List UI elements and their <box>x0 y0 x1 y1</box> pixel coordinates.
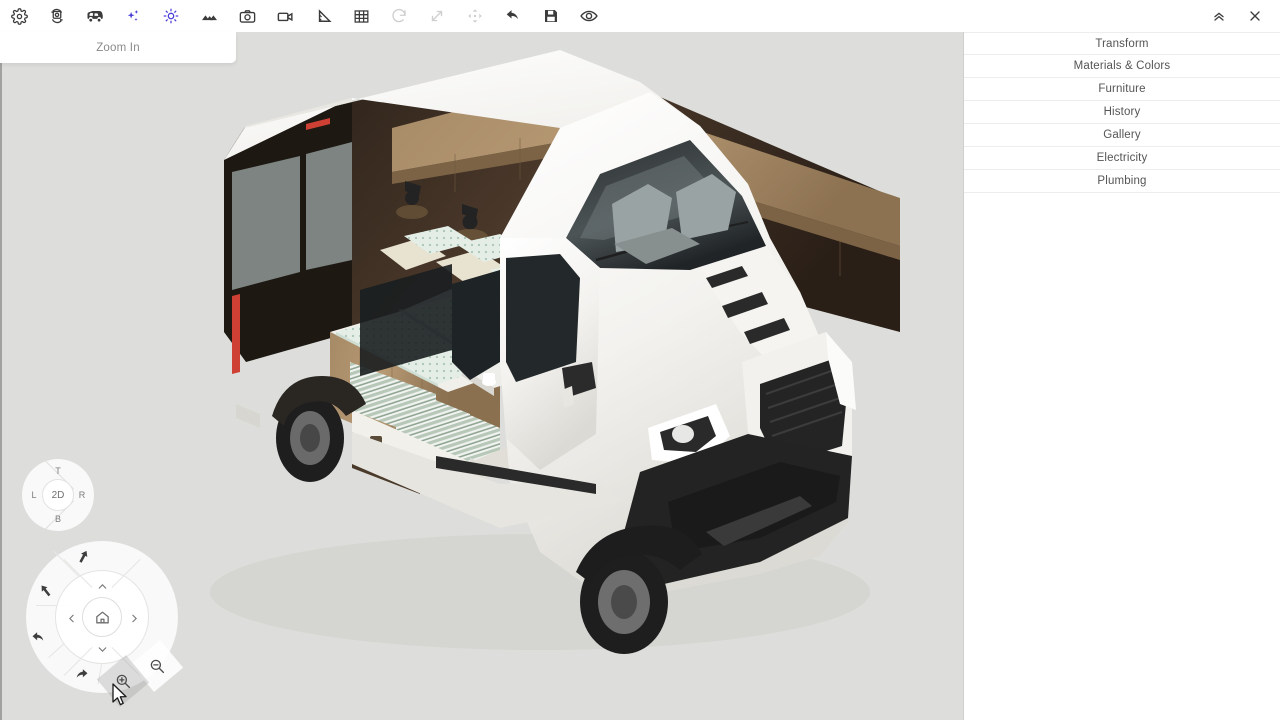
save-icon[interactable] <box>532 1 570 31</box>
visibility-icon[interactable] <box>570 1 608 31</box>
pan-left-button[interactable] <box>60 607 82 629</box>
sidebar-item-label: Materials & Colors <box>1073 60 1171 72</box>
ai-magic-icon[interactable] <box>114 1 152 31</box>
settings-icon[interactable] <box>0 1 38 31</box>
right-side-panel: Transform Materials & Colors Furniture H… <box>963 32 1280 720</box>
orbit-up-left-button[interactable] <box>70 543 96 569</box>
app-window: Zoom In Transform Materials & Colors Fur… <box>0 0 1280 720</box>
window-left-border <box>0 32 2 720</box>
pan-down-button[interactable] <box>91 638 113 660</box>
sidebar-item-electricity[interactable]: Electricity <box>964 147 1280 170</box>
scale-icon[interactable] <box>418 1 456 31</box>
view-right-button[interactable]: R <box>74 487 90 503</box>
view-left-button[interactable]: L <box>26 487 42 503</box>
sidebar-item-furniture[interactable]: Furniture <box>964 78 1280 101</box>
sidebar-item-label: Furniture <box>1098 83 1146 95</box>
sidebar-item-history[interactable]: History <box>964 101 1280 124</box>
sidebar-item-label: History <box>1103 106 1141 118</box>
toolbar-tooltip-panel: Zoom In <box>0 32 236 63</box>
window-controls <box>1208 0 1276 32</box>
undo-icon[interactable] <box>494 1 532 31</box>
orbit-left-button[interactable] <box>32 577 58 603</box>
sidebar-item-gallery[interactable]: Gallery <box>964 124 1280 147</box>
rotate-icon[interactable] <box>380 1 418 31</box>
pan-up-button[interactable] <box>91 575 113 597</box>
view-2d-button[interactable]: 2D <box>42 479 74 511</box>
sidebar-item-materials-colors[interactable]: Materials & Colors <box>964 55 1280 78</box>
vehicle-icon[interactable] <box>76 1 114 31</box>
move-icon[interactable] <box>456 1 494 31</box>
sidebar-item-label: Gallery <box>1103 129 1141 141</box>
render-icon[interactable] <box>38 1 76 31</box>
sidebar-item-label: Electricity <box>1096 152 1148 164</box>
close-button[interactable] <box>1244 5 1266 27</box>
sidebar-item-label: Plumbing <box>1097 175 1147 187</box>
tooltip-text: Zoom In <box>96 41 140 54</box>
orbit-bottom-left-button[interactable] <box>68 663 94 689</box>
sidebar-item-label: Transform <box>1095 37 1149 50</box>
sidebar-item-transform[interactable]: Transform <box>964 32 1280 55</box>
navigation-wheel[interactable] <box>18 533 188 708</box>
lighting-icon[interactable] <box>152 1 190 31</box>
screenshot-icon[interactable] <box>228 1 266 31</box>
top-toolbar <box>0 0 1280 32</box>
environment-icon[interactable] <box>190 1 228 31</box>
measure-icon[interactable] <box>304 1 342 31</box>
grid-icon[interactable] <box>342 1 380 31</box>
video-icon[interactable] <box>266 1 304 31</box>
collapse-button[interactable] <box>1208 5 1230 27</box>
home-view-button[interactable] <box>82 597 122 637</box>
view-top-button[interactable]: T <box>48 463 68 479</box>
sidebar-item-plumbing[interactable]: Plumbing <box>964 170 1280 193</box>
view-orientation-widget[interactable]: T B L R 2D <box>22 457 94 533</box>
view-bottom-button[interactable]: B <box>48 511 68 527</box>
orbit-back-button[interactable] <box>26 626 52 652</box>
pan-right-button[interactable] <box>123 607 145 629</box>
